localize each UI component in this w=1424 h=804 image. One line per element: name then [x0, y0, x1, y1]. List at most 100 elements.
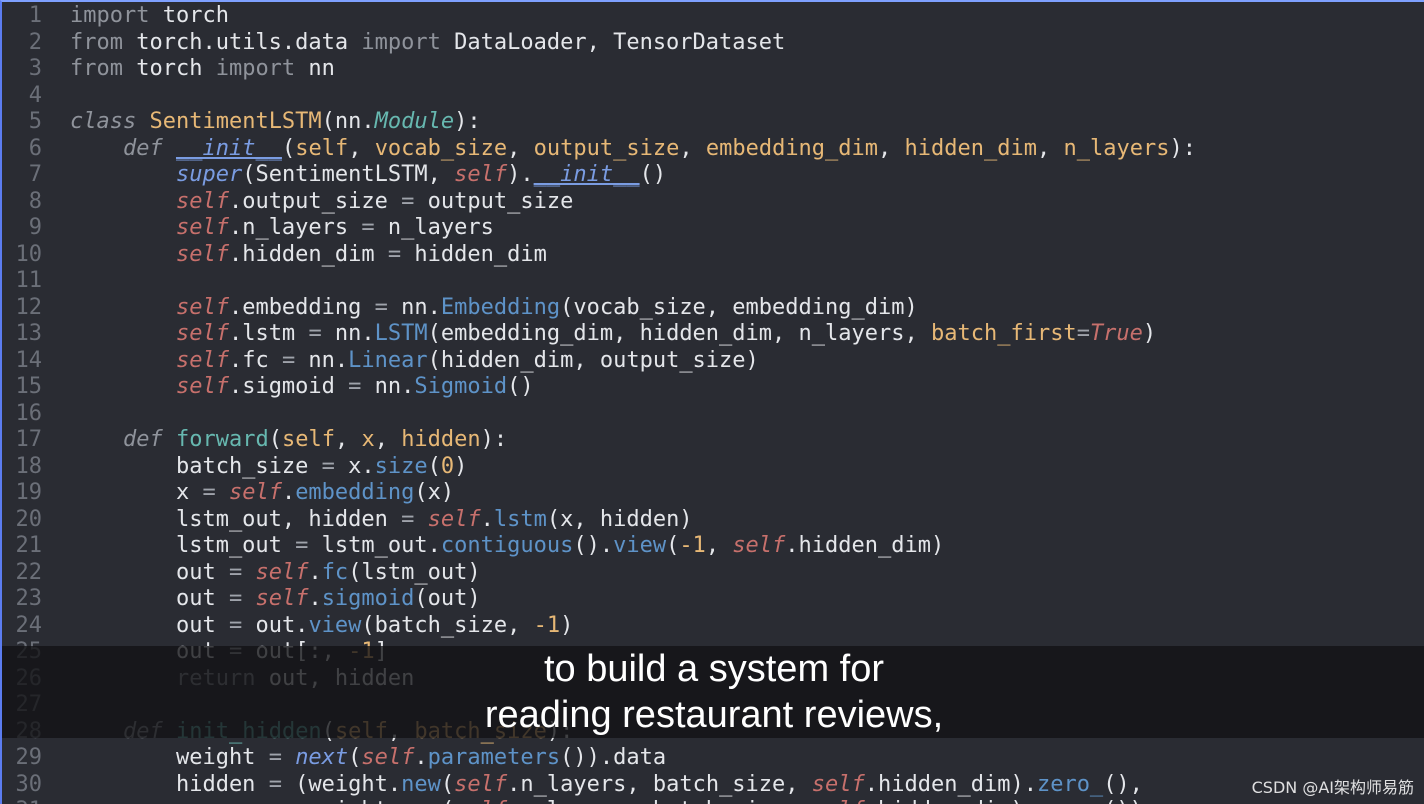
subtitle-line-2: reading restaurant reviews, — [484, 694, 944, 736]
code-token: (vocab_size, embedding_dim) — [560, 294, 918, 320]
code-token: .hidden_dim). — [865, 798, 1037, 804]
code-token: n_layers — [1063, 135, 1170, 161]
code-token: weight — [70, 745, 269, 770]
code-token: next — [295, 745, 349, 770]
code-token: , — [679, 135, 706, 161]
code-token: hidden_dim — [401, 241, 547, 267]
line-number: 3 — [28, 56, 42, 81]
code-token: .n_layers — [228, 215, 362, 240]
code-text: from torch.utils.data import DataLoader,… — [70, 30, 785, 56]
code-token: batch_first — [930, 321, 1077, 346]
code-token: output_size — [533, 135, 680, 161]
line-number: 23 — [15, 586, 43, 611]
code-token: . — [281, 480, 296, 505]
code-token: .n_layers, batch_size, — [507, 798, 812, 804]
code-token: = — [268, 745, 282, 770]
code-token: x. — [334, 453, 375, 479]
code-token: ) — [560, 612, 574, 638]
code-token: ( — [440, 771, 455, 797]
code-token: self — [255, 586, 309, 611]
code-token: (). — [573, 533, 614, 558]
code-token: def — [122, 135, 163, 161]
code-token: (weight. — [281, 771, 402, 797]
code-token: .hidden_dim) — [785, 533, 945, 558]
code-token: = — [1076, 321, 1090, 346]
code-token: (), — [1103, 771, 1143, 797]
code-token: ( — [348, 745, 362, 770]
code-token: , — [348, 135, 375, 161]
code-token: torch.utils.data — [122, 29, 362, 55]
line-number: 14 — [15, 347, 43, 373]
code-text: weight = next(self.parameters()).data — [70, 745, 666, 771]
code-token: self — [812, 798, 865, 804]
code-token: ()).data — [560, 745, 667, 770]
code-token: self — [427, 506, 481, 532]
code-token: def — [122, 427, 163, 452]
code-token: torch — [122, 56, 216, 81]
code-token: nn. — [321, 321, 375, 346]
code-token: self — [175, 188, 229, 214]
line-number: 16 — [15, 400, 43, 426]
code-text: batch_size = x.size(0) — [70, 454, 467, 480]
code-text: self.lstm = nn.LSTM(embedding_dim, hidde… — [70, 321, 1156, 347]
line-number: 17 — [15, 427, 43, 452]
code-token: (x) — [414, 480, 455, 505]
code-text: self.output_size = output_size — [70, 189, 573, 215]
code-token: parameters — [427, 745, 561, 770]
code-token: self — [732, 533, 786, 558]
code-token: ( — [281, 135, 296, 161]
code-text: out = self.fc(lstm_out) — [70, 560, 481, 586]
code-token: .sigmoid — [228, 374, 349, 399]
code-token: weight. — [70, 798, 401, 804]
code-token: out. — [242, 612, 309, 638]
code-token: = — [295, 533, 309, 558]
line-number: 15 — [15, 374, 43, 399]
line-number: 11 — [15, 268, 43, 293]
code-token: nn — [295, 56, 335, 81]
code-token: = — [374, 294, 388, 320]
code-token: ): — [1169, 135, 1196, 161]
code-text: super(SentimentLSTM, self).__init__() — [70, 162, 666, 188]
code-text: out = self.sigmoid(out) — [70, 586, 481, 612]
code-token: = — [321, 453, 335, 479]
code-token: -1 — [679, 533, 706, 558]
line-number: 13 — [15, 321, 43, 346]
code-token: = — [401, 188, 415, 214]
code-token: .embedding — [228, 294, 375, 320]
code-token: x — [361, 427, 375, 452]
code-token: .hidden_dim). — [864, 771, 1037, 797]
code-text: x = self.embedding(x) — [70, 480, 454, 506]
code-token: = — [228, 612, 243, 638]
code-token: self — [175, 321, 229, 346]
code-token: nn. — [361, 374, 415, 399]
code-token: self — [255, 559, 309, 585]
code-token: (hidden_dim, output_size) — [427, 347, 759, 373]
code-token: .fc — [228, 347, 282, 373]
code-token: out — [70, 559, 229, 585]
line-number: 1 — [28, 3, 42, 28]
code-token: self — [454, 771, 508, 797]
line-number: 9 — [28, 215, 42, 240]
code-token: ) — [454, 453, 468, 479]
code-text: hidden = (weight.new(self.n_layers, batc… — [70, 772, 1143, 798]
code-token: ( — [427, 453, 441, 479]
line-number: 7 — [28, 162, 42, 187]
code-token: hidden — [70, 771, 269, 797]
code-token: lstm_out. — [308, 533, 441, 558]
code-token: (x, hidden) — [546, 506, 693, 532]
code-token: (embedding_dim, hidden_dim, n_layers, — [427, 321, 931, 346]
code-token: super — [175, 162, 243, 187]
code-token: ). — [507, 162, 534, 187]
code-token: = — [401, 506, 415, 532]
code-token: = — [268, 771, 282, 797]
code-token: hidden_dim — [904, 135, 1037, 161]
code-token: = — [387, 241, 402, 267]
code-token: = — [281, 347, 296, 373]
code-token: (batch_size, — [361, 612, 534, 638]
code-token: ) — [1142, 321, 1157, 346]
